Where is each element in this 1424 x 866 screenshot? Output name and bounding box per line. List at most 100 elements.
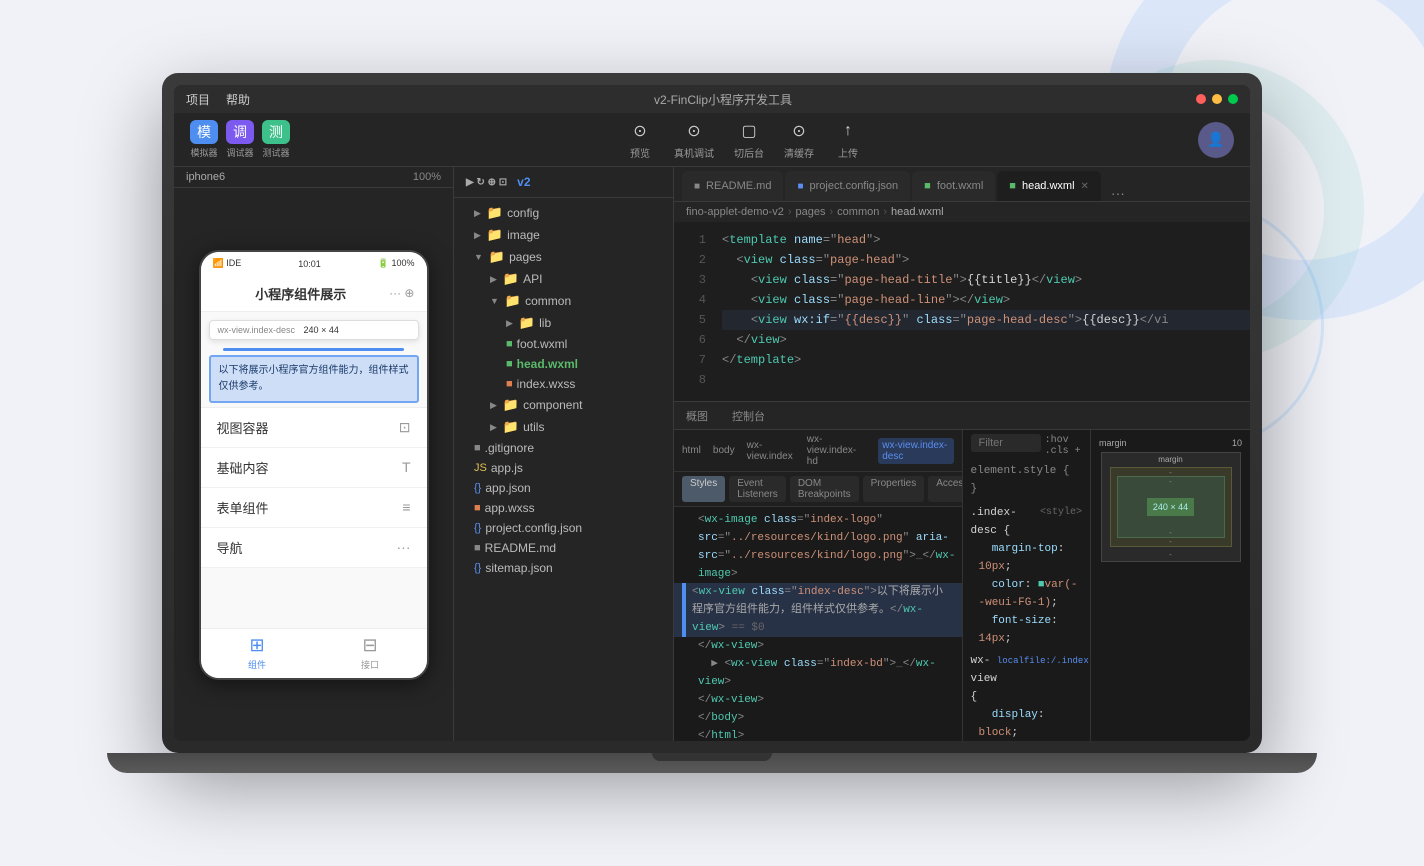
cut-backend-button[interactable]: ▢ 切后台 [734, 119, 764, 160]
code-content[interactable]: <template name="head"> <view class="page… [710, 222, 1250, 401]
tree-item-image[interactable]: ▶ 📁 image [454, 224, 673, 246]
test-button[interactable]: 测 测试器 [262, 120, 290, 159]
style-rule-wx-view: wx-view { localfile:/.index.css:2 [971, 652, 1083, 706]
chevron-icon: ▶ [474, 208, 481, 219]
tree-item-foot-wxml[interactable]: ■ foot.wxml [454, 334, 673, 354]
item-label: foot.wxml [517, 337, 568, 351]
tree-item-config[interactable]: ▶ 📁 config [454, 202, 673, 224]
code-line-1: <template name="head"> [722, 230, 1250, 250]
tree-item-lib[interactable]: ▶ 📁 lib [454, 312, 673, 334]
style-rule-0: element.style { [971, 462, 1083, 480]
style-tab-event-listeners[interactable]: Event Listeners [729, 476, 786, 502]
file-icon: ■ [474, 542, 481, 554]
user-avatar[interactable]: 👤 [1198, 122, 1234, 158]
styles-filter-input[interactable] [971, 434, 1041, 452]
menu-item-project[interactable]: 项目 [186, 91, 210, 108]
debug-button[interactable]: 调 调试器 [226, 120, 254, 159]
menu-item-basic-content[interactable]: 基础内容 T [201, 448, 427, 488]
real-test-label: 真机调试 [674, 145, 714, 160]
simulator-frame: 📶 IDE 10:01 🔋 100% 小程序组件展示 ··· ⊕ [174, 188, 453, 741]
devtools-tab-html[interactable]: html [682, 445, 701, 456]
tree-item-app-js[interactable]: JS app.js [454, 458, 673, 478]
maximize-button[interactable] [1228, 94, 1238, 104]
simulate-button[interactable]: 模 模拟器 [190, 120, 218, 159]
tree-item-pages[interactable]: ▼ 📁 pages [454, 246, 673, 268]
tab-project-config[interactable]: ■ project.config.json [785, 171, 910, 201]
localfile-link[interactable]: localfile:/.index.css:2 [997, 652, 1090, 706]
tree-item-utils[interactable]: ▶ 📁 utils [454, 416, 673, 438]
element-tooltip: wx-view.index-desc 240 × 44 [209, 320, 419, 340]
real-test-button[interactable]: ⊙ 真机调试 [674, 119, 714, 160]
debug-icon: 调 [226, 120, 254, 144]
item-label: app.js [491, 461, 523, 475]
tree-item-head-wxml[interactable]: ■ head.wxml [454, 354, 673, 374]
tree-item-index-wxss[interactable]: ■ index.wxss [454, 374, 673, 394]
devtools-tab-wxview[interactable]: wx-view.index [747, 440, 795, 462]
styles-panel: :hov .cls + element.style { } .index-des… [963, 430, 1251, 741]
bottom-tab-console[interactable]: 控制台 [728, 402, 769, 429]
toolbar-right: 👤 [1198, 122, 1234, 158]
clear-cache-button[interactable]: ⊙ 清缓存 [784, 119, 814, 160]
line-num-3: 3 [678, 270, 706, 290]
nav-item-api[interactable]: ⊟ 接口 [314, 635, 427, 671]
tree-item-project-config[interactable]: {} project.config.json [454, 518, 673, 538]
line-text: </html> [698, 727, 744, 741]
bottom-tab-overview[interactable]: 概图 [682, 402, 712, 429]
breadcrumb: fino-applet-demo-v2 › pages › common › h… [674, 202, 1250, 222]
tab-readme[interactable]: ■ README.md [682, 171, 783, 201]
sidebar-controls: ▶ ↻ ⊕ ⊡ [466, 177, 507, 188]
menu-item-form[interactable]: 表单组件 ≡ [201, 488, 427, 528]
line-num-6: 6 [678, 330, 706, 350]
upload-icon: ↑ [834, 119, 862, 143]
upload-button[interactable]: ↑ 上传 [834, 119, 862, 160]
preview-button[interactable]: ⊙ 预览 [626, 119, 654, 160]
menu-item-help[interactable]: 帮助 [226, 91, 250, 108]
tab-foot-wxml[interactable]: ■ foot.wxml [912, 171, 995, 201]
menu-item-view-container[interactable]: 视图容器 ⊡ [201, 408, 427, 448]
code-line-7: </template> [722, 350, 1250, 370]
style-tab-properties[interactable]: Properties [863, 476, 925, 502]
devtools-tab-wxview-hd[interactable]: wx-view.index-hd [807, 434, 866, 467]
item-label: component [523, 398, 582, 412]
menu-item-icon-form: ≡ [402, 499, 410, 515]
zoom-label: 100% [413, 171, 441, 183]
tree-item-app-wxss[interactable]: ■ app.wxss [454, 498, 673, 518]
devtools-tab-wxview-desc[interactable]: wx-view.index-desc [878, 438, 953, 464]
tree-item-component[interactable]: ▶ 📁 component [454, 394, 673, 416]
bottom-code-line-5: </body> [674, 709, 962, 727]
real-test-icon: ⊙ [680, 119, 708, 143]
line-text: </body> [698, 709, 744, 727]
padding-box: - - 240 × 44 - - [1110, 467, 1232, 547]
style-tab-dom-breakpoints[interactable]: DOM Breakpoints [790, 476, 859, 502]
folder-icon: 📁 [503, 271, 519, 287]
code-line-2: <view class="page-head"> [722, 250, 1250, 270]
code-editor[interactable]: 1 2 3 4 5 6 7 8 <template name="head"> [674, 222, 1250, 401]
tree-item-readme[interactable]: ■ README.md [454, 538, 673, 558]
nav-label-components: 组件 [248, 658, 266, 671]
style-tab-accessibility[interactable]: Accessibility [928, 476, 962, 502]
bottom-code-view[interactable]: <wx-image class="index-logo" src="../res… [674, 507, 962, 741]
style-tab-styles[interactable]: Styles [682, 476, 725, 502]
tree-item-sitemap[interactable]: {} sitemap.json [454, 558, 673, 578]
tree-item-gitignore[interactable]: ■ .gitignore [454, 438, 673, 458]
chevron-icon: ▶ [474, 230, 481, 241]
tab-close-icon[interactable]: ✕ [1081, 181, 1089, 192]
line-text: ▶ <wx-view class="index-bd">_</wx-view> [698, 655, 954, 691]
minimize-button[interactable] [1212, 94, 1222, 104]
file-icon: {} [474, 562, 481, 574]
close-button[interactable] [1196, 94, 1206, 104]
tree-item-api[interactable]: ▶ 📁 API [454, 268, 673, 290]
bottom-left: html body wx-view.index wx-view.index-hd… [674, 430, 963, 741]
menu-item-nav[interactable]: 导航 ··· [201, 528, 427, 568]
nav-item-components[interactable]: ⊞ 组件 [201, 635, 314, 671]
tab-more-button[interactable]: ··· [1111, 185, 1125, 201]
chevron-icon: ▶ [490, 400, 497, 411]
tree-item-app-json[interactable]: {} app.json [454, 478, 673, 498]
tree-item-common[interactable]: ▼ 📁 common [454, 290, 673, 312]
upload-label: 上传 [838, 145, 858, 160]
simulator-panel: iphone6 100% 📶 IDE 10:01 🔋 100% [174, 167, 454, 741]
tab-head-wxml[interactable]: ■ head.wxml ✕ [997, 171, 1101, 201]
devtools-tab-body[interactable]: body [713, 445, 735, 456]
item-label: app.wxss [485, 501, 535, 515]
simulate-icon: 模 [190, 120, 218, 144]
